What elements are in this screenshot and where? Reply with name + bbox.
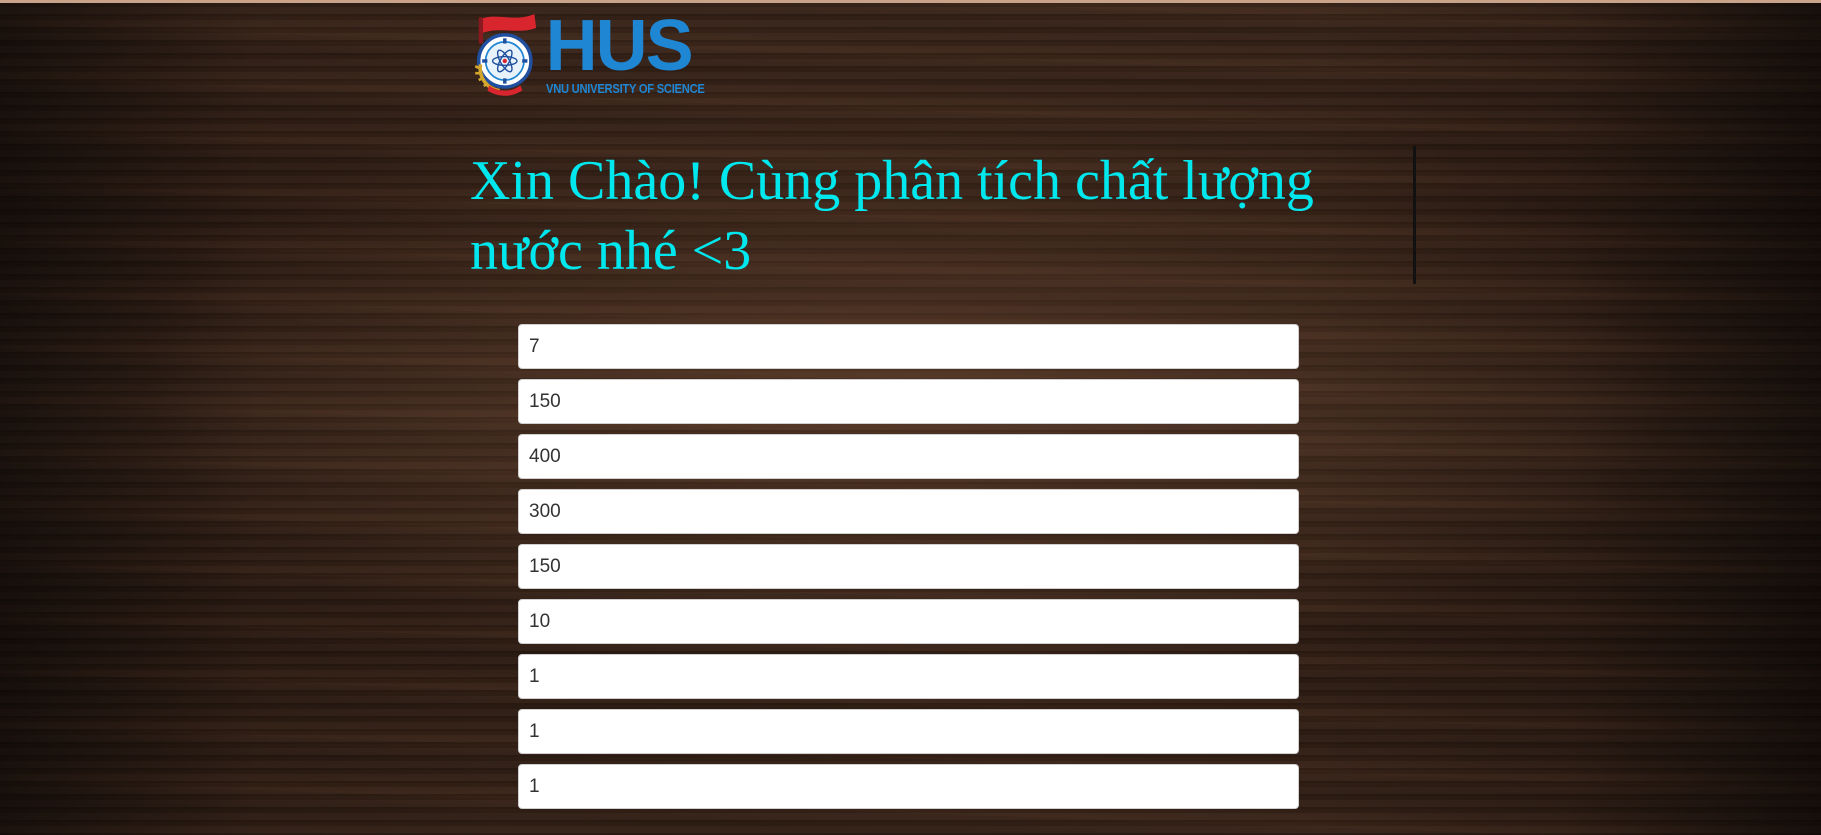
page-title: Xin Chào! Cùng phân tích chất lượng nước… <box>470 150 1314 282</box>
parameter-input-3[interactable] <box>518 434 1299 479</box>
parameter-input-9[interactable] <box>518 764 1299 809</box>
logo-wordmark: HUS <box>545 5 694 86</box>
logo-subtitle: VNU UNIVERSITY OF SCIENCE <box>545 80 705 96</box>
parameter-input-5[interactable] <box>518 544 1299 589</box>
parameter-input-6[interactable] <box>518 599 1299 644</box>
parameter-input-8[interactable] <box>518 709 1299 754</box>
parameter-input-4[interactable] <box>518 489 1299 534</box>
parameter-form <box>518 324 1299 819</box>
top-border-strip <box>0 0 1821 3</box>
parameter-input-1[interactable] <box>518 324 1299 369</box>
hus-logo: HUS VNU UNIVERSITY OF SCIENCE <box>470 4 730 104</box>
university-seal-icon <box>474 13 537 96</box>
parameter-input-7[interactable] <box>518 654 1299 699</box>
vertical-divider <box>1413 146 1416 284</box>
parameter-input-2[interactable] <box>518 379 1299 424</box>
